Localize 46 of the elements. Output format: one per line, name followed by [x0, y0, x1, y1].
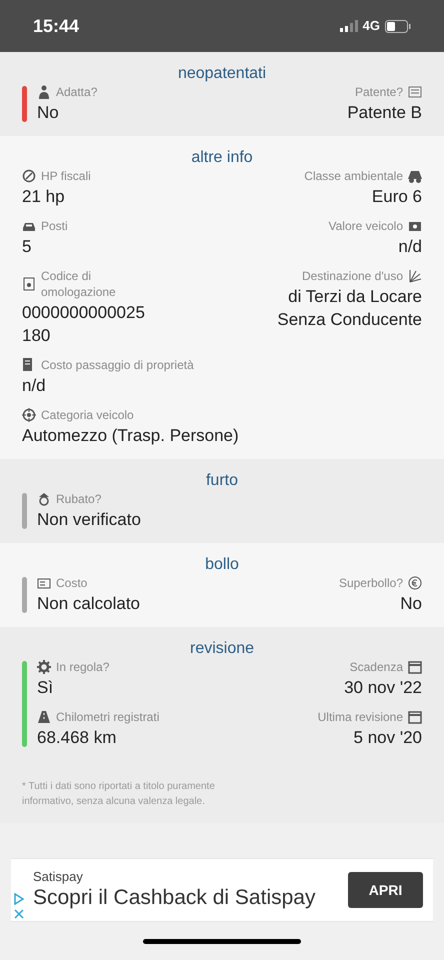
field-label: Scadenza [350, 659, 403, 675]
open-button[interactable]: APRI [348, 872, 423, 908]
field-label: Patente? [354, 84, 403, 100]
field-label: Rubato? [56, 491, 102, 507]
field-value: Automezzo (Trasp. Persone) [22, 425, 239, 447]
field-value: 5 [22, 236, 32, 258]
advertiser-name: Satispay [33, 869, 84, 885]
field-value: n/d [398, 236, 422, 258]
field-label: Costo [56, 575, 88, 591]
network-type: 4G [362, 17, 380, 36]
field-label: Codice di omologazione [41, 268, 117, 300]
field-value: No [400, 593, 422, 615]
disclaimer-text: * Tutti i dati sono riportati a titolo puramente informativo, senza alcuna valenza legale. [22, 780, 216, 809]
field-label: Valore veicolo [328, 218, 403, 234]
section-title: furto [204, 471, 239, 491]
field-label: Superbollo? [338, 575, 403, 591]
field-label: Destinazione d'uso [302, 268, 403, 284]
field-label: Classe ambientale [304, 168, 403, 184]
field-value: 21 hp [22, 186, 65, 208]
field-value: No [37, 102, 59, 124]
ad-banner[interactable]: Satispay Scopri il Cashback di Satispay APRI [11, 858, 433, 922]
field-value: Non verificato [37, 509, 141, 531]
field-label: Chilometri registrati [56, 709, 160, 725]
field-value: 68.468 km [37, 727, 116, 749]
section-title: neopatentati [176, 64, 268, 84]
section-title: altre info [190, 148, 254, 168]
field-label: Ultima revisione [318, 709, 403, 725]
section-title: bollo [204, 555, 240, 575]
field-label: HP fiscali [41, 168, 91, 184]
field-label: Posti [41, 218, 68, 234]
field-value: 5 nov '20 [354, 727, 422, 749]
clock-time: 15:44 [33, 14, 80, 38]
field-value: Sì [37, 677, 54, 699]
field-value: 0000000000025 180 [22, 302, 145, 347]
field-label: Costo passaggio di proprietà [41, 357, 194, 373]
field-value: Non calcolato [37, 593, 140, 615]
field-value: Patente B [347, 102, 422, 124]
field-label: Adatta? [56, 84, 98, 100]
field-label: Categoria veicolo [41, 407, 134, 423]
field-value: 30 nov '22 [344, 677, 422, 699]
section-title: revisione [188, 639, 256, 659]
field-value: Euro 6 [372, 186, 422, 208]
field-value: n/d [22, 375, 46, 397]
field-label: In regola? [56, 659, 110, 675]
field-value: di Terzi da Locare Senza Conducente [277, 286, 422, 331]
ad-headline: Scopri il Cashback di Satispay [33, 885, 316, 911]
